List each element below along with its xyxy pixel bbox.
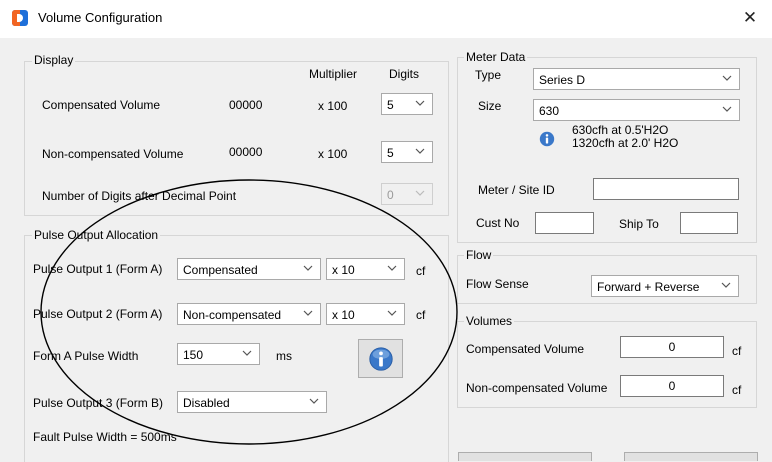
bottom-button-right[interactable]: [624, 452, 758, 461]
meter-type-value: Series D: [539, 73, 586, 87]
chevron-down-icon: [722, 106, 732, 112]
chevron-down-icon: [415, 190, 425, 196]
pulse-output-3-dropdown[interactable]: Disabled: [177, 391, 327, 413]
pulse-output-1-value: Compensated: [183, 263, 258, 277]
volumes-noncompensated-value: 0: [668, 379, 676, 393]
meter-type-dropdown[interactable]: Series D: [533, 68, 740, 90]
multiplier-header: Multiplier: [309, 67, 358, 81]
flow-sense-dropdown[interactable]: Forward + Reverse: [591, 275, 739, 297]
pulse-width-unit: ms: [276, 349, 292, 363]
pulse-width-value: 150: [183, 348, 204, 362]
noncompensated-volume-value: 00000: [229, 145, 263, 159]
chevron-down-icon: [415, 100, 425, 106]
chevron-down-icon: [415, 148, 425, 154]
info-button[interactable]: [358, 339, 403, 378]
pulse-output-1-unit: cf: [416, 264, 426, 278]
ship-to-label: Ship To: [619, 217, 659, 231]
pulse-output-2-dropdown[interactable]: Non-compensated: [177, 303, 321, 325]
noncompensated-multiplier: x 100: [318, 147, 348, 161]
meter-size-value: 630: [539, 104, 560, 118]
close-icon[interactable]: ✕: [738, 6, 762, 30]
compensated-volume-label: Compensated Volume: [42, 98, 161, 112]
flow-group-label: Flow: [464, 248, 494, 262]
chevron-down-icon: [387, 265, 397, 271]
chevron-down-icon: [722, 75, 732, 81]
meter-type-label: Type: [475, 68, 502, 82]
volumes-group-label: Volumes: [464, 314, 515, 328]
chevron-down-icon: [721, 282, 731, 288]
pulse-output-2-multiplier-value: x 10: [332, 308, 355, 322]
info-icon: [369, 347, 393, 371]
pulse-output-2-unit: cf: [416, 308, 426, 322]
cust-no-input[interactable]: [535, 212, 594, 234]
pulse-output-1-multiplier-dropdown[interactable]: x 10: [326, 258, 405, 280]
pulse-output-1-multiplier-value: x 10: [332, 263, 355, 277]
app-logo-icon: [12, 10, 28, 26]
volumes-noncompensated-label: Non-compensated Volume: [466, 381, 608, 395]
window-title: Volume Configuration: [38, 10, 163, 25]
compensated-digits-dropdown[interactable]: 5: [381, 93, 433, 115]
meter-size-label: Size: [478, 99, 502, 113]
digits-header: Digits: [389, 67, 420, 81]
volumes-compensated-label: Compensated Volume: [466, 342, 585, 356]
title-bar: Volume Configuration ✕: [0, 0, 772, 38]
chevron-down-icon: [309, 398, 319, 404]
decimal-digits-dropdown[interactable]: 0: [381, 183, 433, 205]
pulse-output-3-label: Pulse Output 3 (Form B): [33, 396, 164, 410]
noncompensated-digits-dropdown[interactable]: 5: [381, 141, 433, 163]
chevron-down-icon: [387, 310, 397, 316]
ship-to-input[interactable]: [680, 212, 738, 234]
noncompensated-digits-value: 5: [387, 146, 394, 160]
volumes-compensated-value: 0: [668, 340, 676, 354]
pulse-output-1-label: Pulse Output 1 (Form A): [33, 262, 163, 276]
chevron-down-icon: [303, 310, 313, 316]
pulse-output-3-value: Disabled: [183, 396, 230, 410]
compensated-digits-value: 5: [387, 98, 394, 112]
volumes-noncompensated-unit: cf: [732, 383, 742, 397]
pulse-output-2-label: Pulse Output 2 (Form A): [33, 307, 163, 321]
pulse-output-group-label: Pulse Output Allocation: [32, 228, 161, 242]
volumes-compensated-input[interactable]: 0: [620, 336, 724, 358]
decimal-digits-value: 0: [387, 188, 394, 202]
info-icon: [539, 131, 555, 147]
pulse-output-2-value: Non-compensated: [183, 308, 282, 322]
meter-size-dropdown[interactable]: 630: [533, 99, 740, 121]
site-id-label: Meter / Site ID: [478, 183, 555, 197]
noncompensated-volume-label: Non-compensated Volume: [42, 147, 184, 161]
fault-pulse-width-text: Fault Pulse Width = 500ms: [33, 430, 177, 444]
pulse-output-1-dropdown[interactable]: Compensated: [177, 258, 321, 280]
meter-size-info-line2: 1320cfh at 2.0' H2O: [572, 136, 679, 150]
cust-no-label: Cust No: [476, 216, 520, 230]
chevron-down-icon: [303, 265, 313, 271]
site-id-input[interactable]: [593, 178, 739, 200]
pulse-width-dropdown[interactable]: 150: [177, 343, 260, 365]
meter-data-group-label: Meter Data: [464, 50, 528, 64]
display-group-label: Display: [32, 53, 76, 67]
volumes-noncompensated-input[interactable]: 0: [620, 375, 724, 397]
meter-size-info-line1: 630cfh at 0.5'H2O: [572, 123, 669, 137]
flow-sense-label: Flow Sense: [466, 277, 529, 291]
compensated-multiplier: x 100: [318, 99, 348, 113]
bottom-button-left[interactable]: [458, 452, 592, 461]
chevron-down-icon: [242, 350, 252, 356]
flow-sense-value: Forward + Reverse: [597, 280, 700, 294]
volumes-compensated-unit: cf: [732, 344, 742, 358]
decimal-digits-label: Number of Digits after Decimal Point: [42, 189, 237, 203]
pulse-width-label: Form A Pulse Width: [33, 349, 139, 363]
compensated-volume-value: 00000: [229, 98, 263, 112]
pulse-output-2-multiplier-dropdown[interactable]: x 10: [326, 303, 405, 325]
